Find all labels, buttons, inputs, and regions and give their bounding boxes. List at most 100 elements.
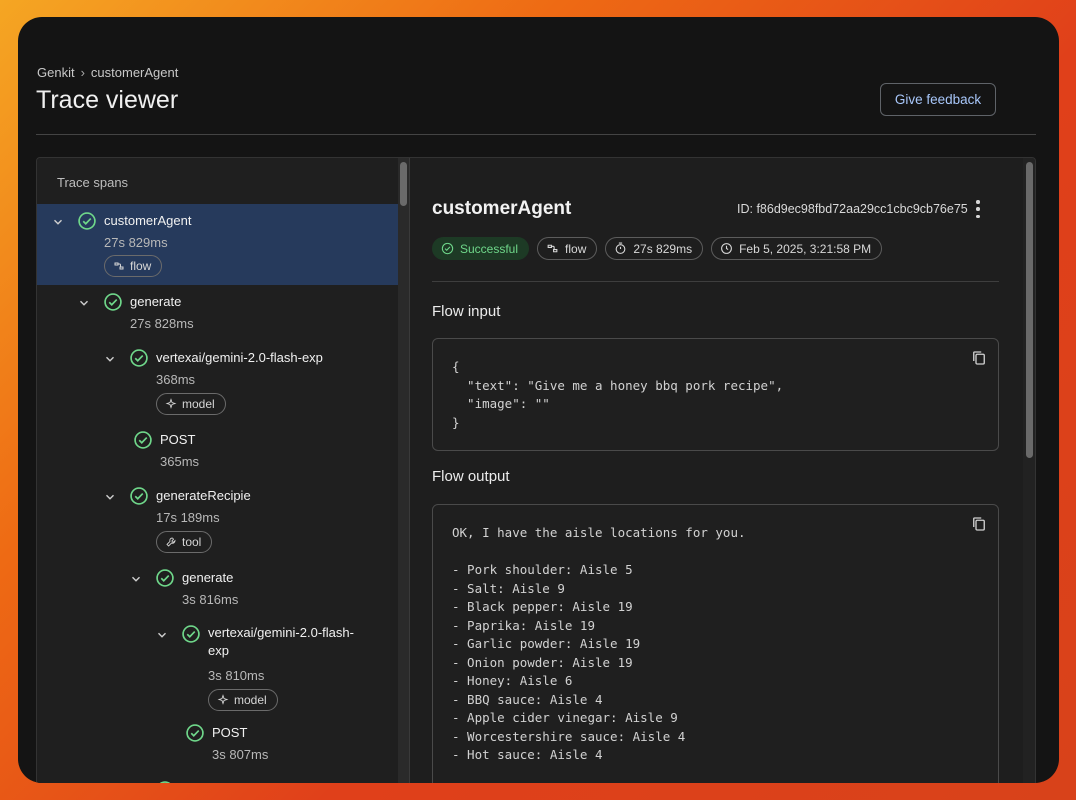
scrollbar-thumb[interactable] xyxy=(1026,162,1033,458)
breadcrumb-root[interactable]: Genkit xyxy=(37,65,75,80)
trace-spans-title: Trace spans xyxy=(57,175,129,190)
check-circle-icon xyxy=(103,292,123,312)
span-name: POST xyxy=(160,432,196,447)
chevron-down-icon[interactable] xyxy=(103,352,117,366)
check-circle-icon xyxy=(185,723,205,743)
output-line: - Salt: Aisle 9 xyxy=(452,581,565,596)
page-title: Trace viewer xyxy=(36,86,179,114)
span-row-generaterecipie[interactable]: generateRecipie 17s 189ms tool xyxy=(37,482,398,562)
chevron-down-icon[interactable] xyxy=(103,490,117,504)
span-duration: 17s 189ms xyxy=(156,510,220,525)
check-circle-icon xyxy=(155,568,175,588)
duration-badge: 27s 829ms xyxy=(605,237,704,260)
trace-id: ID: f86d9ec98fbd72aa29cc1cbc9cb76e75 xyxy=(737,202,968,216)
flow-icon xyxy=(114,262,124,270)
check-circle-icon xyxy=(129,486,149,506)
chip-label: tool xyxy=(182,535,202,549)
wrench-icon xyxy=(166,537,176,547)
output-line: - Onion powder: Aisle 19 xyxy=(452,655,633,670)
output-line: - Apple cider vinegar: Aisle 9 xyxy=(452,710,678,725)
span-row-generate[interactable]: generate 27s 828ms xyxy=(37,288,398,338)
flow-input-box[interactable]: { "text": "Give me a honey bbq pork reci… xyxy=(432,338,999,451)
flow-icon xyxy=(547,244,558,253)
breadcrumb-current: customerAgent xyxy=(90,65,179,80)
span-name: vertexai/gemini-2.0-flash-exp xyxy=(156,350,323,365)
check-circle-icon xyxy=(441,242,454,255)
output-line: - Pork shoulder: Aisle 5 xyxy=(452,562,633,577)
span-name: generate xyxy=(130,294,182,309)
timestamp-label: Feb 5, 2025, 3:21:58 PM xyxy=(739,241,872,256)
flow-output-title: Flow output xyxy=(432,468,510,485)
code-line: } xyxy=(452,415,460,430)
output-line: - Paprika: Aisle 19 xyxy=(452,618,595,633)
check-circle-icon xyxy=(133,430,153,450)
span-duration: 27s 828ms xyxy=(130,316,194,331)
copy-icon[interactable] xyxy=(970,349,988,367)
status-badge: Successful xyxy=(432,237,530,260)
duration-label: 27s 829ms xyxy=(633,241,693,256)
span-type-chip: model xyxy=(156,393,226,415)
give-feedback-button[interactable]: Give feedback xyxy=(880,83,996,116)
breadcrumb: Genkit › customerAgent xyxy=(37,65,178,80)
output-line: - Worcestershire sauce: Aisle 4 xyxy=(452,729,686,744)
chip-label: model xyxy=(234,693,267,707)
output-line: - Hot sauce: Aisle 4 xyxy=(452,747,603,762)
span-row-post[interactable]: POST 365ms xyxy=(37,426,398,476)
status-label: Successful xyxy=(460,241,519,256)
output-line: - Honey: Aisle 6 xyxy=(452,673,573,688)
more-vert-icon[interactable] xyxy=(975,200,981,218)
span-duration: 368ms xyxy=(156,372,196,387)
chip-label: model xyxy=(182,397,215,411)
trace-panel: Trace spans customerAgent 27s 829ms flow… xyxy=(36,157,1036,783)
span-meta-pills: Successful flow 27s 829ms Feb 5, 2025, 3… xyxy=(432,237,883,260)
span-row-customeragent[interactable]: customerAgent 27s 829ms flow xyxy=(37,204,398,285)
span-name: vertexai/gemini-2.0-flash-exp xyxy=(208,625,354,658)
span-row-gemini-model[interactable]: vertexai/gemini-2.0-flash-exp 368ms mode… xyxy=(37,344,398,424)
span-duration: 3s 807ms xyxy=(212,747,269,762)
scrollbar-thumb[interactable] xyxy=(400,162,407,206)
output-line: OK, I have the aisle locations for you. xyxy=(452,525,746,540)
chevron-down-icon[interactable] xyxy=(77,296,91,310)
clock-icon xyxy=(721,243,732,254)
span-name: POST xyxy=(212,725,248,740)
output-line: - Garlic powder: Aisle 19 xyxy=(452,636,641,651)
header-divider xyxy=(36,134,1036,135)
span-type-chip: flow xyxy=(104,255,163,277)
timer-icon xyxy=(616,242,626,254)
span-row-post-nested[interactable]: POST 3s 807ms xyxy=(37,719,398,769)
detail-divider xyxy=(432,281,999,282)
span-duration: 27s 829ms xyxy=(104,235,168,250)
span-name: customerAgent xyxy=(104,213,192,228)
check-circle-icon xyxy=(77,211,97,231)
chevron-down-icon[interactable] xyxy=(129,572,143,586)
span-name: generateRecipie xyxy=(156,488,251,503)
sparkle-icon xyxy=(217,694,229,705)
flow-output-box[interactable]: OK, I have the aisle locations for you. … xyxy=(432,504,999,783)
timestamp-badge: Feb 5, 2025, 3:21:58 PM xyxy=(711,237,883,260)
flow-input-title: Flow input xyxy=(432,303,501,320)
chevron-down-icon[interactable] xyxy=(155,628,169,642)
type-label: flow xyxy=(565,241,587,256)
check-circle-icon xyxy=(129,348,149,368)
span-duration: 3s 816ms xyxy=(182,592,239,607)
check-circle-icon xyxy=(181,624,201,644)
span-duration: 3s 810ms xyxy=(208,668,265,683)
chevron-down-icon[interactable] xyxy=(51,215,65,229)
trace-spans-panel: Trace spans customerAgent 27s 829ms flow… xyxy=(37,158,398,783)
app-window: Genkit › customerAgent Trace viewer Give… xyxy=(18,17,1059,783)
chip-label: flow xyxy=(130,259,152,273)
detail-scrollbar[interactable] xyxy=(1023,158,1035,783)
span-name: generate xyxy=(182,570,234,585)
sidebar-scrollbar[interactable] xyxy=(398,158,409,783)
chevron-right-icon: › xyxy=(80,65,85,80)
span-type-chip: tool xyxy=(156,531,213,553)
sparkle-icon xyxy=(165,398,177,409)
type-badge: flow xyxy=(537,237,598,260)
span-row-gemini-model-nested[interactable]: vertexai/gemini-2.0-flash-exp 3s 810ms m… xyxy=(37,620,398,720)
span-row-generate-nested[interactable]: generate 3s 816ms xyxy=(37,564,398,614)
code-line: { xyxy=(452,359,460,374)
span-detail-title: customerAgent xyxy=(432,198,572,219)
span-duration: 365ms xyxy=(160,454,200,469)
output-line: - BBQ sauce: Aisle 4 xyxy=(452,692,603,707)
copy-icon[interactable] xyxy=(970,515,988,533)
